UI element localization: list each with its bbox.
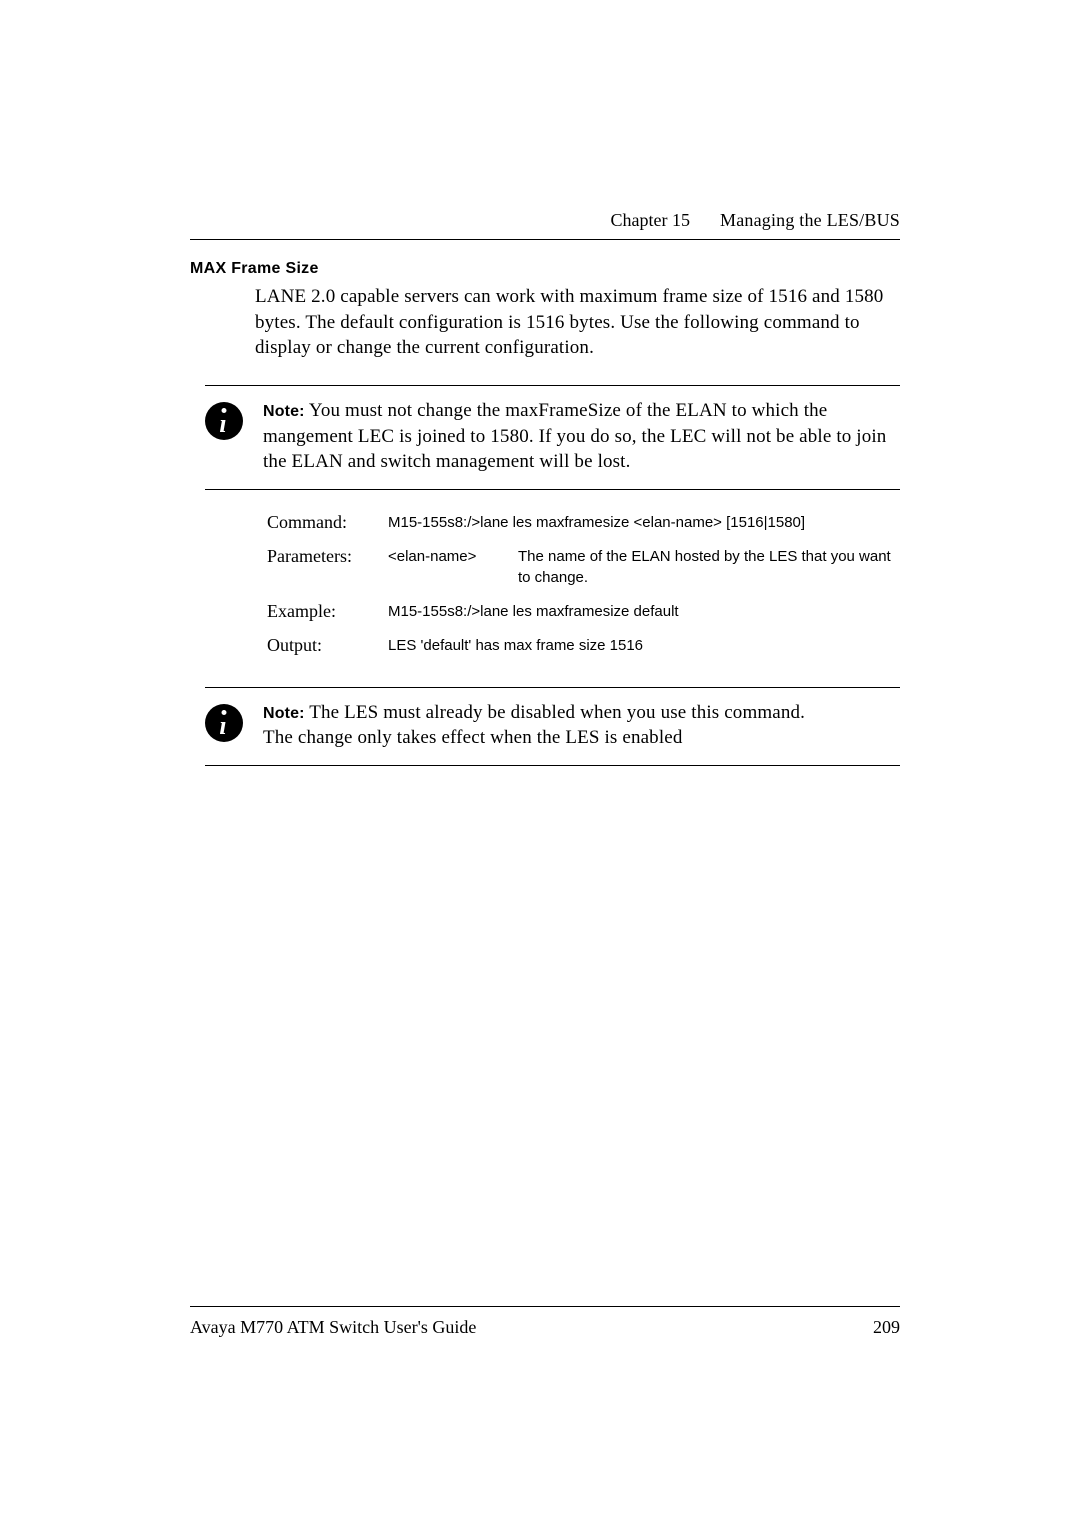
command-value: M15-155s8:/>lane les maxframesize <elan-… [388,512,900,534]
example-text: M15-155s8:/>lane les maxframesize defaul… [388,601,900,623]
example-value: M15-155s8:/>lane les maxframesize defaul… [388,601,900,623]
command-table: Command: M15-155s8:/>lane les maxframesi… [267,512,900,657]
footer-page-number: 209 [873,1317,900,1338]
note-callout-2: ı Note: The LES must already be disabled… [205,687,900,766]
footer-doc-title: Avaya M770 ATM Switch User's Guide [190,1317,476,1338]
note-line2: The change only takes effect when the LE… [263,725,900,751]
info-icon: ı [205,700,245,742]
output-text: LES 'default' has max frame size 1516 [388,635,900,657]
page-footer: Avaya M770 ATM Switch User's Guide 209 [190,1306,900,1338]
output-label: Output: [267,635,382,657]
content-block: LANE 2.0 capable servers can work with m… [255,278,900,766]
parameters-row: <elan-name> The name of the ELAN hosted … [388,546,900,590]
note-body: Note: You must not change the maxFrameSi… [263,398,900,475]
info-icon: ı [205,398,245,440]
example-label: Example: [267,601,382,623]
parameters-label: Parameters: [267,546,382,590]
param-name: <elan-name> [388,546,508,590]
section-heading: MAX Frame Size [190,260,900,278]
note-line1: The LES must already be disabled when yo… [309,702,805,723]
intro-paragraph: LANE 2.0 capable servers can work with m… [255,284,900,361]
command-label: Command: [267,512,382,534]
chapter-number: Chapter 15 [611,210,690,231]
note-callout-1: ı Note: You must not change the maxFrame… [205,385,900,490]
page-header: Chapter 15 Managing the LES/BUS [190,210,900,240]
note-body: Note: The LES must already be disabled w… [263,700,900,751]
param-desc: The name of the ELAN hosted by the LES t… [518,546,900,590]
note-text: You must not change the maxFrameSize of … [263,400,886,472]
note-label: Note: [263,705,305,722]
chapter-title: Managing the LES/BUS [720,210,900,231]
page-content: Chapter 15 Managing the LES/BUS MAX Fram… [190,210,900,1348]
output-value: LES 'default' has max frame size 1516 [388,635,900,657]
note-label: Note: [263,403,305,420]
command-text: M15-155s8:/>lane les maxframesize <elan-… [388,512,900,534]
